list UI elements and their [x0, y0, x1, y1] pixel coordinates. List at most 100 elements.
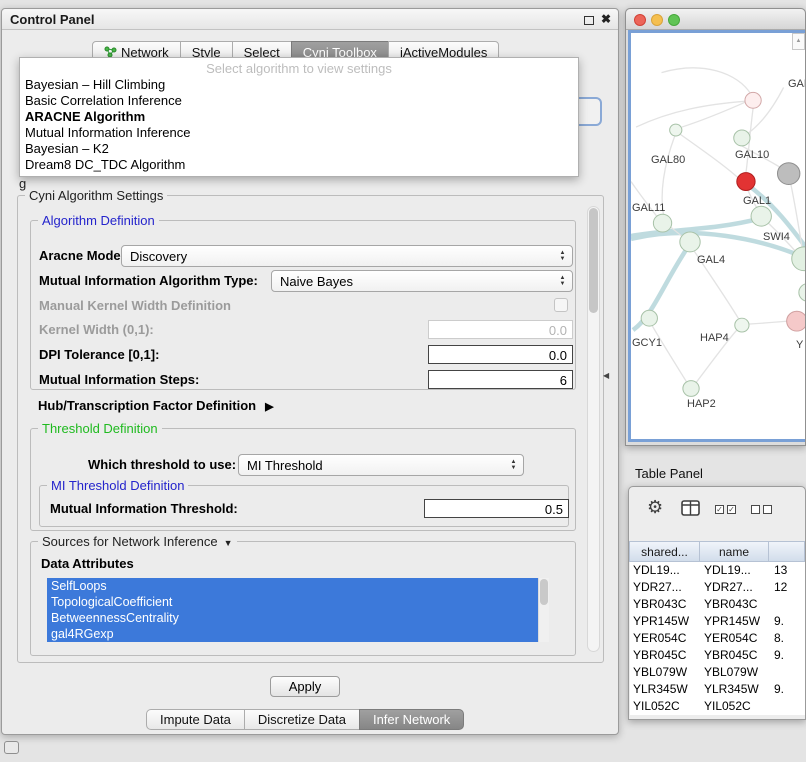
network-node-gal10[interactable]	[737, 173, 755, 191]
sources-group: Sources for Network Inference▼ Data Attr…	[30, 541, 576, 656]
table-cell: YDR27...	[701, 579, 771, 596]
manual-kernel-label: Manual Kernel Width Definition	[39, 298, 231, 313]
gear-icon[interactable]: ⚙	[647, 497, 663, 518]
mi-threshold-title: MI Threshold Definition	[47, 478, 188, 493]
dropdown-item-bayesian-k2[interactable]: Bayesian – K2	[20, 141, 578, 157]
aracne-mode-label: Aracne Mode:	[39, 248, 125, 263]
settings-scrollbar[interactable]	[587, 206, 600, 652]
network-node-gal4[interactable]	[680, 232, 700, 252]
column-selector-icon[interactable]	[681, 500, 700, 516]
bottom-tab-bar: Impute Data Discretize Data Infer Networ…	[146, 709, 464, 730]
threshold-definition-group: Threshold Definition Which threshold to …	[30, 428, 576, 531]
table-row[interactable]: YBL079W YBL079W	[630, 664, 805, 681]
dpi-tolerance-field[interactable]: 0.0	[428, 345, 573, 364]
attribute-item-topologicalcoefficient[interactable]: TopologicalCoefficient	[47, 594, 549, 610]
window-title: Control Panel	[10, 9, 95, 30]
manual-kernel-checkbox	[554, 298, 568, 312]
network-node[interactable]	[735, 318, 749, 332]
close-traffic-light[interactable]	[634, 14, 646, 26]
network-node-label: HAP4	[700, 332, 729, 344]
network-node[interactable]	[745, 92, 761, 108]
scrollbar-thumb[interactable]	[540, 579, 548, 605]
table-row[interactable]: YPR145W YPR145W 9.	[630, 613, 805, 630]
algorithm-dropdown: Select algorithm to view settings Bayesi…	[19, 57, 579, 177]
which-threshold-select[interactable]: MI Threshold ▲▼	[238, 454, 524, 476]
table-row[interactable]: YBR045C YBR045C 9.	[630, 647, 805, 664]
dropdown-item-mutual-information[interactable]: Mutual Information Inference	[20, 125, 578, 141]
network-node[interactable]	[777, 163, 799, 185]
network-node[interactable]	[670, 124, 682, 136]
table-row[interactable]: YLR345W YLR345W 9.	[630, 681, 805, 698]
select-all-icon[interactable]: ✓ ✓	[715, 505, 736, 514]
cyni-settings-title: Cyni Algorithm Settings	[25, 188, 167, 203]
hub-section-toggle[interactable]: Hub/Transcription Factor Definition▶	[38, 398, 274, 413]
table-cell: 9.	[771, 613, 805, 630]
network-node-hap2[interactable]	[683, 381, 699, 397]
network-node[interactable]	[734, 130, 750, 146]
dropdown-item-aracne[interactable]: ARACNE Algorithm	[20, 109, 578, 125]
apply-button[interactable]: Apply	[270, 676, 340, 697]
dropdown-item-dream8[interactable]: Dream8 DC_TDC Algorithm	[20, 157, 578, 173]
table-cell: 12	[771, 579, 805, 596]
attribute-item-gal4rgexp[interactable]: gal4RGexp	[47, 626, 549, 642]
network-titlebar	[626, 9, 805, 30]
network-node-label: GAL80	[651, 154, 685, 166]
float-window-icon[interactable]	[584, 16, 594, 25]
mi-steps-field[interactable]: 6	[428, 370, 573, 389]
table-header-partial[interactable]	[768, 541, 805, 562]
mi-type-select[interactable]: Naive Bayes ▲▼	[271, 270, 573, 292]
list-scrollbar[interactable]	[538, 578, 549, 642]
table-row[interactable]: YDL19... YDL19... 13	[630, 562, 805, 579]
aracne-mode-select[interactable]: Discovery ▲▼	[121, 245, 573, 267]
minimize-traffic-light[interactable]	[651, 14, 663, 26]
table-toolbar: ⚙ ✓ ✓	[629, 491, 805, 527]
mi-steps-label: Mutual Information Steps:	[39, 372, 199, 387]
table-cell: YPR145W	[701, 613, 771, 630]
table-header-name[interactable]: name	[699, 541, 769, 562]
table-header-row: shared... name	[630, 541, 805, 562]
close-window-icon[interactable]: ✖	[601, 12, 611, 26]
table-cell: 9.	[771, 647, 805, 664]
collapse-arrow-icon: ▼	[224, 538, 233, 548]
unchecked-box-icon	[763, 505, 772, 514]
hub-section-label: Hub/Transcription Factor Definition	[38, 398, 256, 413]
table-row[interactable]: YIL052C YIL052C	[630, 698, 805, 715]
sources-toggle[interactable]: Sources for Network Inference▼	[38, 534, 237, 549]
network-node-label: GAL11	[632, 202, 665, 214]
zoom-traffic-light[interactable]	[668, 14, 680, 26]
table-header-shared[interactable]: shared...	[629, 541, 700, 562]
table-row[interactable]: YER054C YER054C 8.	[630, 630, 805, 647]
network-canvas[interactable]: GAL80 GAL10 GAL11 GAL1 SWI4 GAL4 GCY1 HA…	[628, 30, 806, 442]
dropdown-item-bayesian-hill-climbing[interactable]: Bayesian – Hill Climbing	[20, 77, 578, 93]
table-cell: YBL079W	[630, 664, 701, 681]
network-node-gal1[interactable]	[751, 206, 771, 226]
dropdown-item-basic-correlation[interactable]: Basic Correlation Inference	[20, 93, 578, 109]
network-node[interactable]	[787, 311, 806, 331]
network-node-gal11[interactable]	[653, 214, 671, 232]
mi-threshold-field[interactable]: 0.5	[424, 499, 569, 518]
combo-arrows-icon: ▲▼	[558, 250, 567, 262]
table-row[interactable]: YDR27... YDR27... 12	[630, 579, 805, 596]
attribute-list: SelfLoops TopologicalCoefficient Between…	[47, 578, 549, 642]
bottom-tab-discretize-data[interactable]: Discretize Data	[244, 709, 360, 730]
bottom-tab-infer-network[interactable]: Infer Network	[359, 709, 464, 730]
dock-panel-icon[interactable]	[4, 741, 19, 754]
table-cell: YDL19...	[701, 562, 771, 579]
network-node-gcy1[interactable]	[641, 310, 657, 326]
splitter-collapse-icon[interactable]: ◀	[603, 371, 609, 380]
attribute-item-selfloops[interactable]: SelfLoops	[47, 578, 549, 594]
network-node-label: GAL1	[743, 195, 771, 207]
dropdown-placeholder: Select algorithm to view settings	[20, 60, 578, 77]
table-cell: 13	[771, 562, 805, 579]
table-cell: 8.	[771, 630, 805, 647]
network-scrollbar-fragment[interactable]: ▲	[792, 33, 805, 50]
table-row[interactable]: YBR043C YBR043C	[630, 596, 805, 613]
scrollbar-thumb[interactable]	[589, 208, 598, 313]
network-node[interactable]	[799, 284, 806, 302]
algorithm-definition-title: Algorithm Definition	[38, 213, 159, 228]
bottom-tab-impute-data[interactable]: Impute Data	[146, 709, 245, 730]
select-none-icon[interactable]	[751, 505, 772, 514]
network-node-label: GCY1	[632, 337, 662, 349]
attribute-item-betweennesscentrality[interactable]: BetweennessCentrality	[47, 610, 549, 626]
data-attributes-label: Data Attributes	[41, 556, 134, 571]
